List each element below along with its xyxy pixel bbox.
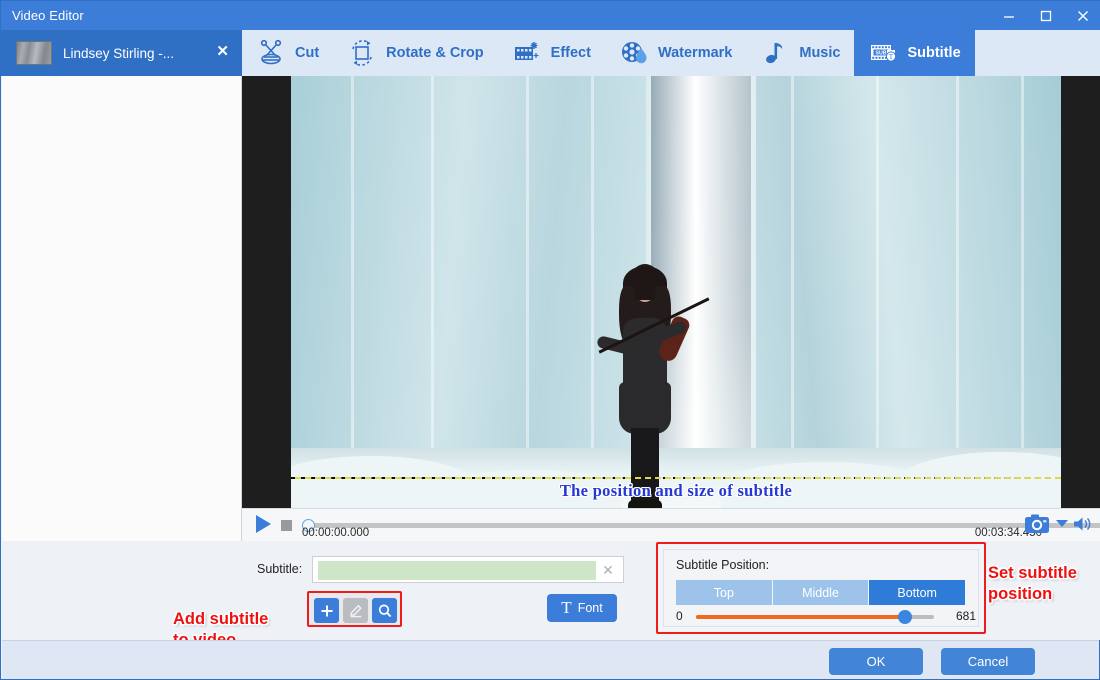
tab-watermark-label: Watermark — [657, 45, 733, 61]
subtitle-field-label: Subtitle: — [257, 562, 303, 576]
ok-button[interactable]: OK — [829, 648, 923, 675]
subtitle-position-group: Subtitle Position: Top Middle Bottom 0 6… — [656, 542, 986, 634]
watermark-icon — [619, 38, 649, 68]
tab-watermark[interactable]: Watermark — [605, 30, 746, 76]
music-note-icon — [760, 38, 790, 68]
video-preview[interactable]: The position and size of subtitle — [242, 76, 1100, 508]
svg-text:T: T — [889, 53, 894, 61]
transport-bar: 00:00:00.000 00:03:34.450 — [242, 508, 1100, 541]
subtitle-overlay-text[interactable]: The position and size of subtitle — [291, 481, 1061, 501]
subtitle-input[interactable] — [318, 561, 596, 580]
time-start-label: 00:00:00.000 — [302, 527, 370, 539]
subtitle-position-segmented: Top Middle Bottom — [676, 580, 966, 605]
file-thumbnail — [16, 41, 52, 65]
clear-subtitle-icon[interactable]: ✕ — [599, 561, 617, 579]
subtitle-input-wrapper: ✕ — [312, 556, 624, 583]
rotate-crop-icon — [347, 38, 377, 68]
position-option-top[interactable]: Top — [676, 580, 773, 605]
scissors-icon — [256, 38, 286, 68]
volume-icon[interactable] — [1073, 515, 1093, 533]
video-frame: The position and size of subtitle — [291, 76, 1061, 508]
subtitle-guide-line-accent — [295, 477, 1061, 479]
tab-cut-label: Cut — [295, 45, 320, 61]
subtitle-controls-panel: Subtitle: ✕ T Font Subtitle Position: To… — [242, 541, 1100, 640]
font-button[interactable]: T Font — [547, 594, 617, 622]
slider-fill — [696, 615, 908, 619]
tab-subtitle-label: Subtitle — [907, 45, 961, 61]
tab-music[interactable]: Music — [746, 30, 854, 76]
tab-rotate-crop[interactable]: Rotate & Crop — [333, 30, 497, 76]
tab-music-label: Music — [799, 45, 841, 61]
volume-dropdown-caret-icon[interactable] — [1056, 520, 1068, 527]
slider-knob[interactable] — [898, 610, 912, 624]
subtitle-position-title: Subtitle Position: — [676, 558, 770, 572]
file-close-icon[interactable]: ✕ — [216, 44, 229, 60]
subtitle-icon: SUB T — [868, 38, 898, 68]
subtitle-action-button-group — [307, 591, 402, 627]
dialog-footer: OK Cancel — [2, 640, 1099, 679]
subtitle-position-slider-row: 0 681 — [676, 608, 976, 626]
annotation-set-position: Set subtitle position — [988, 564, 1077, 603]
close-button[interactable] — [1064, 1, 1100, 30]
tab-rotate-crop-label: Rotate & Crop — [386, 45, 484, 61]
search-subtitle-button[interactable] — [372, 598, 397, 623]
tab-effect[interactable]: Effect — [498, 30, 605, 76]
edit-subtitle-button[interactable] — [343, 598, 368, 623]
position-option-middle[interactable]: Middle — [772, 580, 870, 605]
tab-effect-label: Effect — [550, 45, 591, 61]
ice-wall-right — [751, 76, 1061, 476]
window-title: Video Editor — [12, 8, 84, 23]
file-tab-label: Lindsey Stirling -... — [63, 45, 175, 61]
minimize-button[interactable] — [990, 1, 1027, 30]
window-controls — [990, 1, 1100, 30]
subtitle-list-sidebar[interactable] — [2, 76, 242, 541]
tab-subtitle[interactable]: SUB T Subtitle — [854, 30, 975, 76]
title-bar: Video Editor — [1, 1, 1100, 30]
subtitle-position-inner: Subtitle Position: Top Middle Bottom 0 6… — [663, 549, 979, 627]
position-option-bottom[interactable]: Bottom — [869, 580, 966, 605]
add-subtitle-button[interactable] — [314, 598, 339, 623]
file-tab[interactable]: Lindsey Stirling -... ✕ — [1, 30, 242, 76]
font-button-label: Font — [577, 601, 603, 615]
editor-tabs: Cut Rotate & Crop Effect Watermark Music… — [242, 30, 975, 76]
slider-min-label: 0 — [676, 609, 683, 623]
maximize-button[interactable] — [1027, 1, 1064, 30]
snapshot-icon[interactable] — [1024, 513, 1052, 535]
stop-button[interactable] — [281, 520, 292, 531]
play-button[interactable] — [252, 513, 274, 535]
tab-cut[interactable]: Cut — [242, 30, 333, 76]
slider-max-label: 681 — [955, 609, 976, 623]
video-editor-window: Video Editor Lindsey Stirling -... ✕ Cut… — [0, 0, 1100, 680]
ice-wall-left — [291, 76, 651, 476]
effect-film-icon — [512, 38, 542, 68]
tab-strip: Lindsey Stirling -... ✕ Cut Rotate & Cro… — [1, 30, 1100, 76]
svg-text:SUB: SUB — [876, 51, 887, 57]
font-t-icon: T — [561, 598, 572, 617]
cancel-button[interactable]: Cancel — [941, 648, 1035, 675]
